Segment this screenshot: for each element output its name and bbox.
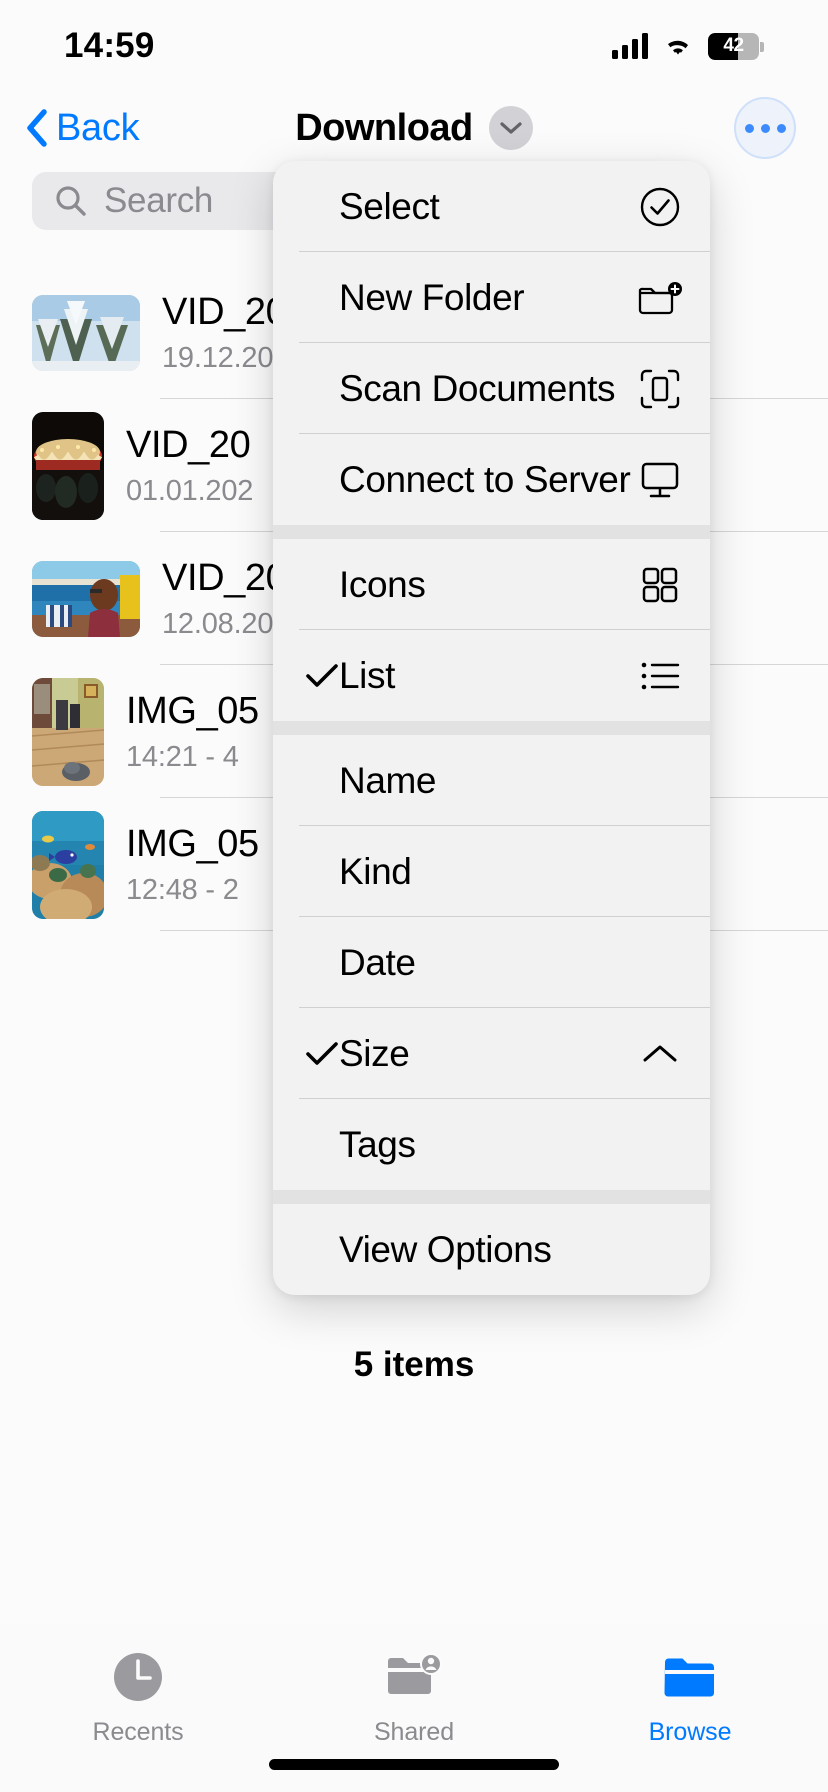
menu-item-checkmark: [305, 1041, 339, 1067]
menu-item-label: Name: [339, 759, 437, 801]
snowy-trees-thumbnail: [32, 294, 140, 371]
menu-item-new-folder[interactable]: New Folder: [273, 252, 710, 343]
file-text-group: IMG_05 14:21 - 4: [126, 690, 259, 774]
item-count-label: 5 items: [353, 1345, 475, 1384]
menu-item-label: Tags: [339, 1123, 416, 1165]
file-meta: 01.01.202: [126, 474, 254, 507]
menu-item-view-options[interactable]: View Options: [273, 1204, 710, 1295]
menu-item-label: Icons: [339, 563, 426, 605]
menu-item-list[interactable]: List: [273, 630, 710, 721]
carousel-night-thumbnail: [32, 411, 104, 520]
page-title: Download: [295, 106, 473, 149]
file-text-group: IMG_05 12:48 - 2: [126, 823, 259, 907]
battery-percent-label: 42: [723, 35, 744, 56]
file-name: IMG_05: [126, 689, 259, 732]
status-bar: 14:59 42: [0, 0, 828, 92]
files-app-screen: 14:59 42 Back Download Search VID_20 19.…: [0, 0, 828, 1792]
navigation-title-group[interactable]: Download: [0, 106, 828, 150]
menu-item-kind[interactable]: Kind: [273, 826, 710, 917]
grid-icon: [636, 566, 684, 604]
wifi-icon: [668, 40, 688, 55]
battery-icon: 42: [708, 32, 764, 60]
file-text-group: VID_20 19.12.202: [162, 291, 289, 375]
menu-item-connect-to-server[interactable]: Connect to Server: [273, 434, 710, 525]
display-server-icon: [636, 460, 684, 500]
folder-icon: [662, 1646, 718, 1708]
folder-plus-icon: [636, 278, 684, 318]
home-indicator: [269, 1759, 559, 1770]
file-name: IMG_05: [126, 822, 259, 865]
underwater-reef-thumbnail: [32, 810, 104, 919]
menu-item-label: List: [339, 654, 395, 696]
menu-group-divider: [273, 1190, 710, 1204]
menu-item-size[interactable]: Size: [273, 1008, 710, 1099]
room-floor-thumbnail: [32, 677, 104, 786]
tab-label: Browse: [648, 1718, 732, 1746]
chevron-down-icon[interactable]: [488, 106, 533, 150]
menu-item-label: Connect to Server: [339, 458, 631, 500]
file-meta: 12:48 - 2: [126, 873, 239, 906]
menu-item-label: Kind: [339, 850, 412, 892]
tab-bar: Recents Shared Browse: [0, 1624, 828, 1792]
file-text-group: VID_20 12.08.20: [162, 556, 287, 641]
menu-item-checkmark: [305, 663, 339, 689]
clock-icon: [111, 1646, 165, 1708]
menu-group-divider: [273, 721, 710, 735]
menu-item-date[interactable]: Date: [273, 917, 710, 1008]
menu-item-label: Size: [339, 1032, 410, 1074]
list-bullet-icon: [636, 660, 684, 692]
file-name: VID_20: [162, 290, 287, 333]
chevron-up-icon: [636, 1043, 684, 1065]
cellular-signal-icon: [612, 33, 648, 59]
file-text-group: VID_20 01.01.202: [126, 424, 253, 508]
search-icon: [56, 186, 86, 216]
tab-shared[interactable]: Shared: [276, 1646, 552, 1747]
menu-item-tags[interactable]: Tags: [273, 1099, 710, 1190]
tab-recents[interactable]: Recents: [0, 1646, 276, 1747]
status-bar-time: 14:59: [64, 26, 155, 65]
tab-label: Shared: [373, 1718, 454, 1746]
folder-person-icon: [385, 1646, 443, 1708]
file-meta: 19.12.202: [162, 341, 290, 374]
menu-item-select[interactable]: Select: [273, 161, 710, 252]
tab-label: Recents: [92, 1718, 184, 1746]
menu-item-label: New Folder: [339, 276, 525, 318]
status-bar-indicators: 42: [612, 32, 764, 60]
checkmark-circle-icon: [636, 186, 684, 228]
navigation-bar: Back Download: [0, 92, 828, 164]
menu-item-icons[interactable]: Icons: [273, 539, 710, 630]
context-menu: Select New Folder Scan Documents Connect…: [273, 161, 710, 1295]
file-meta: 14:21 - 4: [126, 740, 239, 773]
seaside-woman-thumbnail: [32, 560, 140, 637]
tab-browse[interactable]: Browse: [552, 1646, 828, 1747]
document-scanner-icon: [636, 368, 684, 410]
menu-item-label: Select: [339, 185, 440, 227]
search-placeholder-text: Search: [104, 181, 214, 220]
file-meta: 12.08.20: [162, 607, 274, 640]
menu-group-divider: [273, 525, 710, 539]
menu-item-scan-documents[interactable]: Scan Documents: [273, 343, 710, 434]
menu-item-label: View Options: [339, 1228, 552, 1270]
file-name: VID_20: [162, 556, 287, 599]
menu-item-name[interactable]: Name: [273, 735, 710, 826]
file-name: VID_20: [126, 423, 251, 466]
menu-item-label: Scan Documents: [339, 367, 616, 409]
menu-item-label: Date: [339, 941, 416, 983]
ellipsis-circle-icon[interactable]: [734, 97, 796, 159]
